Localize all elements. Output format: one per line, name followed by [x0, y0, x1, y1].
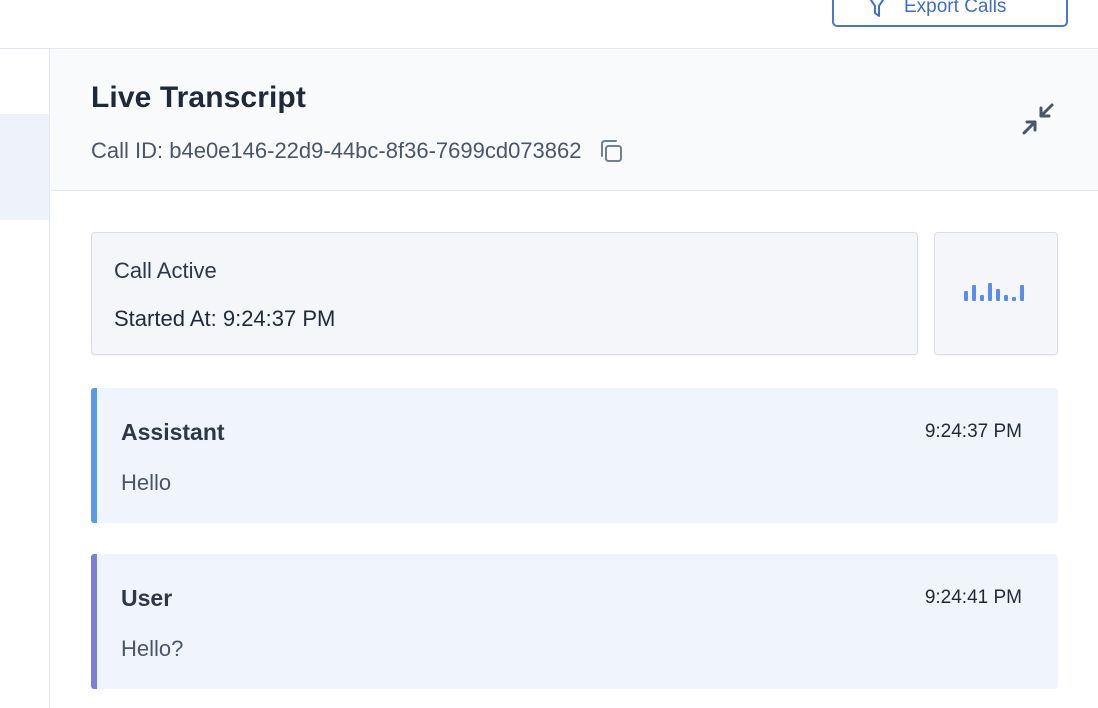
- message-time: 9:24:41 PM: [924, 587, 1022, 608]
- audio-visualizer: [934, 232, 1058, 355]
- call-status: Call Active: [114, 258, 217, 283]
- message-text: Hello: [121, 470, 172, 495]
- transcript-message-user: User 9:24:41 PM Hello?: [91, 554, 1058, 689]
- selected-call-item[interactable]: [0, 114, 49, 220]
- top-bar: Export Calls: [0, 0, 1098, 49]
- filter-icon: [868, 0, 886, 18]
- message-text: Hello?: [121, 636, 184, 661]
- transcript-panel: Live Transcript Call ID: b4e0e146-22d9-4…: [51, 49, 1098, 708]
- audio-waveform-icon: [964, 279, 1028, 308]
- page-title: Live Transcript: [91, 81, 306, 114]
- call-list-sidebar: [0, 49, 50, 708]
- call-id-text: Call ID: b4e0e146-22d9-44bc-8f36-7699cd0…: [91, 138, 582, 163]
- message-time: 9:24:37 PM: [924, 421, 1022, 442]
- export-calls-label: Export Calls: [904, 0, 1007, 17]
- transcript-message-assistant: Assistant 9:24:37 PM Hello: [91, 388, 1058, 523]
- collapse-icon: [1019, 100, 1057, 143]
- message-accent-bar: [91, 554, 97, 689]
- copy-icon[interactable]: [597, 137, 625, 165]
- message-accent-bar: [91, 388, 97, 523]
- message-role: Assistant: [121, 419, 225, 445]
- collapse-button[interactable]: [1016, 99, 1060, 143]
- call-start-time: Started At: 9:24:37 PM: [114, 306, 336, 331]
- call-status-card: Call Active Started At: 9:24:37 PM: [91, 232, 918, 355]
- call-id-row: Call ID: b4e0e146-22d9-44bc-8f36-7699cd0…: [91, 137, 625, 165]
- message-role: User: [121, 585, 173, 611]
- transcript-header: Live Transcript Call ID: b4e0e146-22d9-4…: [51, 49, 1098, 191]
- export-calls-button[interactable]: Export Calls: [832, 0, 1068, 27]
